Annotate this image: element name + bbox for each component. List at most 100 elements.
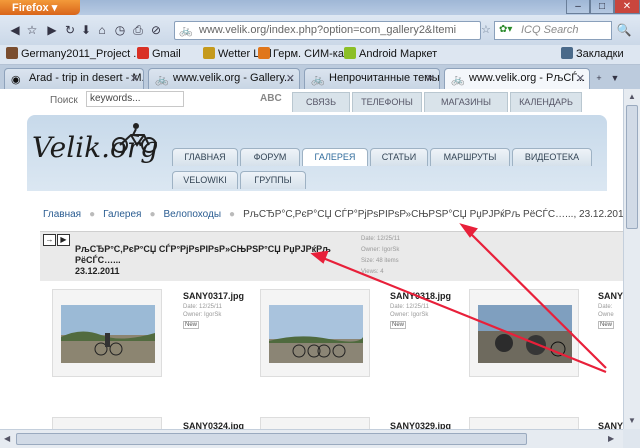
horizontal-scrollbar[interactable]: ◀ ▶	[0, 429, 623, 448]
sub-tab-velowiki[interactable]: VELOWIKI	[172, 171, 238, 189]
photo-title[interactable]: SANY0329.jpg	[390, 421, 451, 429]
top-tab-phones[interactable]: ТЕЛЕФОНЫ	[352, 92, 422, 112]
photo-title[interactable]: SANY0317.jpg	[183, 291, 244, 301]
bike-icon: 🚲	[155, 74, 169, 86]
scroll-right-icon[interactable]: ▶	[608, 433, 614, 445]
new-badge: New	[598, 321, 614, 329]
main-tab-forum[interactable]: ФОРУМ	[240, 148, 300, 166]
maximize-button[interactable]: □	[590, 0, 614, 14]
vertical-scrollbar[interactable]: ▲ ▼	[623, 89, 640, 429]
bookmark-label: Android Маркет	[359, 48, 438, 60]
home-icon[interactable]: ⌂	[94, 22, 110, 38]
vertical-scroll-thumb[interactable]	[626, 105, 638, 229]
photo-image	[478, 305, 572, 363]
photo-title[interactable]: SANY	[598, 421, 623, 429]
minimize-button[interactable]: –	[566, 0, 590, 14]
new-tab-button[interactable]: +	[592, 71, 606, 85]
history-icon[interactable]: ◷	[112, 22, 128, 38]
photo-thumbnail[interactable]	[469, 289, 579, 377]
scroll-left-icon[interactable]: ◀	[4, 433, 10, 445]
browser-tab[interactable]: ◉ Arad - trip in desert - M... ✕	[4, 68, 144, 89]
bookmark-item[interactable]: Germany2011_Project ...	[6, 47, 142, 63]
close-tab-icon[interactable]: ✕	[426, 72, 435, 85]
photo-thumbnail[interactable]	[260, 417, 370, 429]
back-icon[interactable]: ◀	[7, 22, 23, 38]
bookmark-label: Герм. СИМ-ка	[273, 48, 344, 60]
photo-title[interactable]: SANY0324.jpg	[183, 421, 244, 429]
browser-tab[interactable]: 🚲 www.velik.org - РљСЃ... ✕	[444, 68, 590, 90]
star-icon[interactable]: ☆	[481, 21, 495, 40]
enter-album-icon[interactable]: →	[43, 234, 56, 246]
tab-bar: + ▼ ◉ Arad - trip in desert - M... ✕ 🚲 www.v…	[0, 65, 640, 90]
site-favicon-icon: 🚲	[179, 25, 193, 37]
breadcrumb: Главная ● Галерея ● Велопоходы ● РљСЂР°С‚РєР°С…	[43, 209, 623, 220]
scroll-up-icon[interactable]: ▲	[628, 91, 636, 103]
site-top-strip: Поиск keywords... ABC СВЯЗЬ ТЕЛЕФОНЫ МАГ…	[0, 89, 623, 112]
scroll-down-icon[interactable]: ▼	[628, 415, 636, 427]
breadcrumb-separator-icon: ●	[149, 209, 156, 220]
main-tab-routes[interactable]: МАРШРУТЫ	[430, 148, 510, 166]
photo-image	[61, 305, 155, 363]
top-tab-calendar[interactable]: КАЛЕНДАРЬ	[510, 92, 582, 112]
search-input[interactable]: ✿▾ ICQ Search	[494, 21, 612, 40]
forward-icon[interactable]: ▶	[44, 22, 60, 38]
breadcrumb-home-link[interactable]: Главная	[43, 209, 81, 220]
close-window-button[interactable]: ✕	[614, 0, 640, 14]
main-tab-articles[interactable]: СТАТЬИ	[370, 148, 428, 166]
abc-link[interactable]: ABC	[260, 93, 282, 104]
main-tab-gallery[interactable]: ГАЛЕРЕЯ	[302, 148, 368, 166]
top-tab-svyaz[interactable]: СВЯЗЬ	[292, 92, 350, 112]
firefox-label: Firefox	[12, 2, 49, 14]
photo-date: Date:	[598, 304, 613, 310]
stop-icon[interactable]: ⊘	[148, 22, 164, 38]
scrollbar-corner	[623, 429, 640, 448]
photo-title[interactable]: SANY0318.jpg	[390, 291, 451, 301]
new-badge: New	[183, 321, 199, 329]
photo-title[interactable]: SANY	[598, 291, 623, 301]
reload-icon[interactable]: ↻	[62, 22, 78, 38]
close-tab-icon[interactable]: ✕	[286, 72, 295, 85]
bookmark-item[interactable]: Герм. СИМ-ка	[258, 47, 344, 63]
photo-thumbnail[interactable]	[260, 289, 370, 377]
bookmark-favicon-icon	[203, 47, 215, 59]
bookmark-page-icon[interactable]: ☆	[24, 22, 40, 38]
photo-card: SANY0318.jpg Date: 12/25/11 Owner: IgorS…	[390, 271, 579, 401]
bookmarks-menu[interactable]: Закладки	[561, 47, 624, 63]
url-bar[interactable]: 🚲 www.velik.org/index.php?option=com_gal…	[174, 21, 481, 40]
tab-label: Непрочитанные темы	[329, 72, 440, 84]
sub-tab-groups[interactable]: ГРУППЫ	[240, 171, 306, 189]
top-tab-shops[interactable]: МАГАЗИНЫ	[424, 92, 508, 112]
browser-tab[interactable]: 🚲 www.velik.org - Gallery... ✕	[148, 68, 300, 89]
close-tab-icon[interactable]: ✕	[130, 72, 139, 85]
bookmark-label: Germany2011_Project ...	[21, 48, 143, 60]
map-icon: ◉	[11, 74, 21, 86]
horizontal-scroll-thumb[interactable]	[16, 433, 527, 445]
album-date: Date: 12/25/11	[361, 236, 400, 242]
photo-thumbnail[interactable]	[52, 289, 162, 377]
breadcrumb-gallery-link[interactable]: Галерея	[103, 209, 141, 220]
photo-thumbnail[interactable]	[52, 417, 162, 429]
site-logo[interactable]: Velik.org	[32, 131, 158, 164]
breadcrumb-rides-link[interactable]: Велопоходы	[164, 209, 222, 220]
bookmarks-toolbar: Закладки Germany2011_Project ... Gmail Wet…	[0, 45, 640, 65]
main-tab-video[interactable]: ВИДЕОТЕКА	[512, 148, 592, 166]
slideshow-icon[interactable]: ▶	[57, 234, 70, 246]
page-content: Поиск keywords... ABC СВЯЗЬ ТЕЛЕФОНЫ МАГ…	[0, 89, 623, 429]
download-icon[interactable]: ⬇	[78, 22, 94, 38]
list-tabs-icon[interactable]: ▼	[608, 71, 622, 85]
browser-tab[interactable]: 🚲 Непрочитанные темы ✕	[304, 68, 440, 89]
bookmark-item[interactable]: Gmail	[137, 47, 181, 63]
main-tab-home[interactable]: ГЛАВНАЯ	[172, 148, 238, 166]
tab-label: Arad - trip in desert - M...	[29, 72, 144, 84]
photo-thumbnail[interactable]	[469, 417, 579, 429]
album-size: Size: 48 items	[361, 258, 399, 264]
photo-owner: Owner: IgorSk	[183, 312, 222, 318]
close-tab-icon[interactable]: ✕	[576, 72, 585, 85]
site-search-input[interactable]: keywords...	[86, 91, 184, 107]
album-owner: Owner: IgorSk	[361, 247, 400, 253]
bookmark-item[interactable]: Android Маркет	[344, 47, 437, 63]
print-icon[interactable]: ⎙	[130, 22, 146, 38]
bookmark-label: Gmail	[152, 48, 181, 60]
search-go-icon[interactable]: 🔍	[616, 22, 632, 38]
firefox-menu-button[interactable]: Firefox ▾	[0, 0, 80, 15]
